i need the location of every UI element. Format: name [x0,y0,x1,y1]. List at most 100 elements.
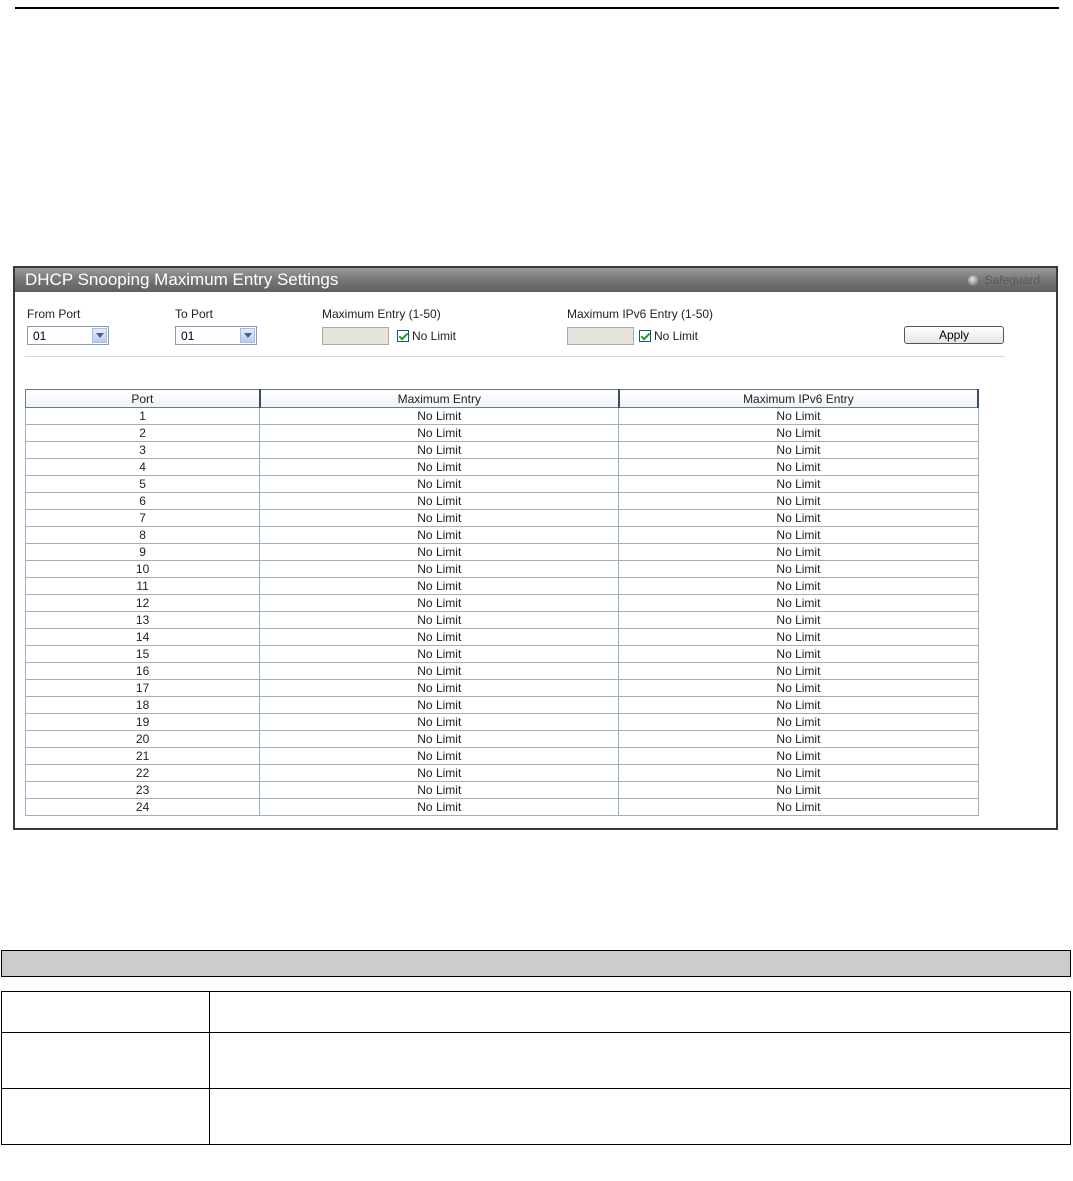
max-entry-no-limit-label: No Limit [412,329,457,343]
description-parameter-cell [1,991,210,1033]
table-body: 1 No Limit No Limit 2 No Limit No Limit 3 No Li… [24,407,979,816]
cell-max-ipv6-entry: No Limit [618,594,979,612]
cell-max-ipv6-entry: No Limit [618,526,979,544]
cell-port: 24 [24,798,261,816]
settings-form: From Port 01 To Port 01 Maximum Entry (1… [15,292,1056,358]
cell-max-ipv6-entry: No Limit [618,577,979,595]
cell-port: 7 [24,509,261,527]
safeguard-label: Safeguard [984,273,1040,287]
chevron-down-icon[interactable] [92,328,107,343]
cell-max-ipv6-entry: No Limit [618,611,979,629]
description-text-cell [209,1088,1071,1145]
cell-port: 12 [24,594,261,612]
cell-max-entry: No Limit [259,798,620,816]
cell-max-entry: No Limit [259,730,620,748]
table-row: 2 No Limit No Limit [24,424,979,442]
table-row: 21 No Limit No Limit [24,747,979,765]
top-rule [15,7,1059,9]
table-header-row: Port Maximum Entry Maximum IPv6 Entry [24,389,980,408]
description-text-cell [209,991,1071,1033]
cell-max-entry: No Limit [259,441,620,459]
cell-max-ipv6-entry: No Limit [618,628,979,646]
cell-port: 5 [24,475,261,493]
cell-max-entry: No Limit [259,781,620,799]
chevron-down-icon[interactable] [240,328,255,343]
cell-max-ipv6-entry: No Limit [618,475,979,493]
description-text-cell [209,1032,1071,1089]
cell-max-entry: No Limit [259,458,620,476]
table-row: 4 No Limit No Limit [24,458,979,476]
cell-max-entry: No Limit [259,645,620,663]
cell-max-ipv6-entry: No Limit [618,509,979,527]
description-table-header [1,950,1071,977]
table-row: 19 No Limit No Limit [24,713,979,731]
cell-port: 1 [24,407,261,425]
cell-max-entry: No Limit [259,424,620,442]
to-port-select[interactable]: 01 [175,326,257,345]
max-ipv6-label: Maximum IPv6 Entry (1-50) [567,307,714,321]
from-port-value: 01 [33,329,47,343]
description-table [1,991,1071,1145]
to-port-label: To Port [175,307,214,321]
cell-max-ipv6-entry: No Limit [618,441,979,459]
cell-max-ipv6-entry: No Limit [618,458,979,476]
apply-button[interactable]: Apply [904,326,1004,344]
cell-port: 14 [24,628,261,646]
max-ipv6-no-limit-checkbox[interactable] [639,330,651,342]
form-divider [25,356,1005,357]
cell-max-entry: No Limit [259,662,620,680]
cell-port: 3 [24,441,261,459]
description-row [1,1032,1071,1089]
cell-max-entry: No Limit [259,492,620,510]
max-ipv6-input[interactable] [567,327,634,345]
cell-max-ipv6-entry: No Limit [618,713,979,731]
safeguard-indicator[interactable]: Safeguard [967,273,1040,287]
cell-max-entry: No Limit [259,509,620,527]
table-row: 7 No Limit No Limit [24,509,979,527]
max-entry-input[interactable] [322,327,389,345]
table-row: 8 No Limit No Limit [24,526,979,544]
cell-max-ipv6-entry: No Limit [618,696,979,714]
cell-max-ipv6-entry: No Limit [618,747,979,765]
table-row: 18 No Limit No Limit [24,696,979,714]
table-row: 3 No Limit No Limit [24,441,979,459]
cell-port: 16 [24,662,261,680]
cell-max-ipv6-entry: No Limit [618,764,979,782]
cell-max-ipv6-entry: No Limit [618,492,979,510]
settings-panel: DHCP Snooping Maximum Entry Settings Saf… [13,266,1058,830]
table-row: 14 No Limit No Limit [24,628,979,646]
cell-port: 19 [24,713,261,731]
cell-port: 6 [24,492,261,510]
table-row: 22 No Limit No Limit [24,764,979,782]
cell-port: 21 [24,747,261,765]
max-entry-no-limit-checkbox[interactable] [397,330,409,342]
cell-max-ipv6-entry: No Limit [618,781,979,799]
cell-port: 2 [24,424,261,442]
cell-max-ipv6-entry: No Limit [618,645,979,663]
table-row: 10 No Limit No Limit [24,560,979,578]
table-row: 12 No Limit No Limit [24,594,979,612]
cell-max-entry: No Limit [259,543,620,561]
column-header-max-ipv6-entry: Maximum IPv6 Entry [618,389,980,408]
cell-port: 18 [24,696,261,714]
cell-port: 23 [24,781,261,799]
cell-max-entry: No Limit [259,407,620,425]
description-row [1,991,1071,1033]
cell-max-entry: No Limit [259,475,620,493]
cell-max-ipv6-entry: No Limit [618,424,979,442]
safeguard-status-icon [967,274,979,286]
to-port-value: 01 [181,329,195,343]
panel-header: DHCP Snooping Maximum Entry Settings Saf… [15,268,1056,292]
cell-port: 15 [24,645,261,663]
cell-max-entry: No Limit [259,696,620,714]
cell-max-ipv6-entry: No Limit [618,730,979,748]
table-row: 5 No Limit No Limit [24,475,979,493]
table-row: 1 No Limit No Limit [24,407,979,425]
cell-max-entry: No Limit [259,747,620,765]
description-row [1,1088,1071,1145]
cell-max-ipv6-entry: No Limit [618,679,979,697]
cell-max-entry: No Limit [259,611,620,629]
cell-port: 13 [24,611,261,629]
from-port-select[interactable]: 01 [27,326,109,345]
table-row: 20 No Limit No Limit [24,730,979,748]
